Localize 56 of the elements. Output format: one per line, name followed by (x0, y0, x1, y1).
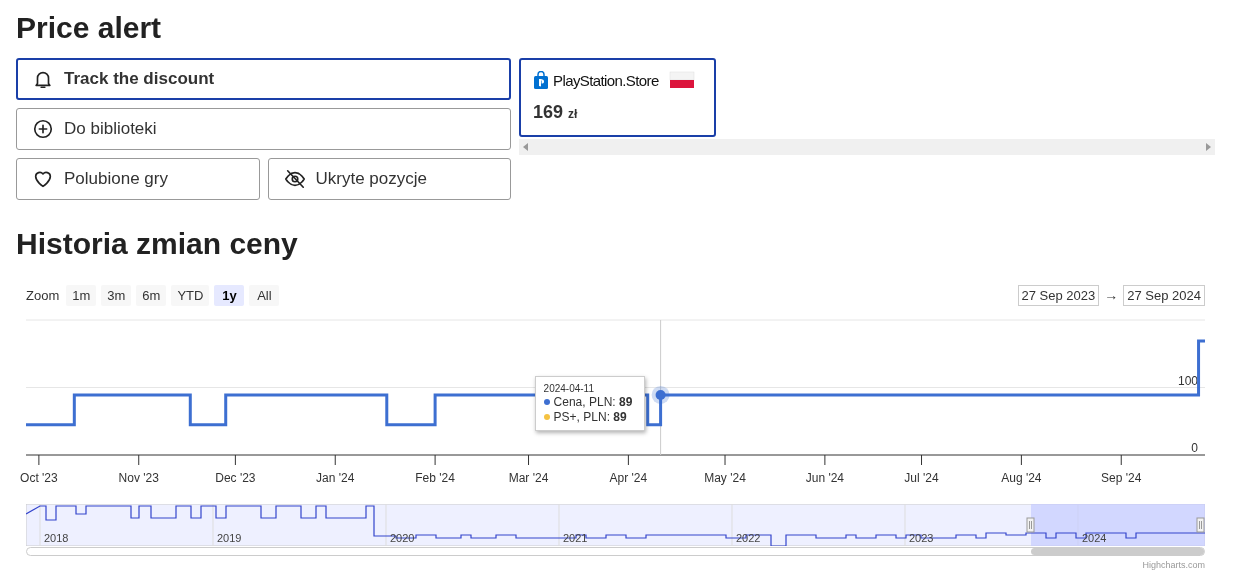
store-price-card[interactable]: PlayStation.Store 169 zł (519, 58, 716, 137)
scrollbar-thumb[interactable] (1031, 548, 1204, 555)
start-date-field[interactable]: 27 Sep 2023 (1017, 284, 1100, 306)
x-axis-label: Aug '24 (1001, 471, 1042, 485)
zoom-range-button[interactable]: 1y (214, 284, 245, 306)
y-axis-label: 0 (1191, 441, 1198, 455)
zoom-range-button[interactable]: 6m (136, 284, 167, 306)
range-handle-icon[interactable] (1026, 517, 1035, 533)
navigator[interactable]: 2018 2019 2020 2021 2022 2023 2024 (26, 504, 1205, 546)
navigator-year-label: 2021 (563, 532, 588, 544)
x-axis-label: Nov '23 (118, 471, 159, 485)
zoom-label: Zoom (26, 287, 60, 303)
navigator-year-label: 2023 (909, 532, 934, 544)
scroll-left-icon[interactable] (523, 143, 528, 151)
x-axis-label: Mar '24 (508, 471, 549, 485)
x-axis-label: Oct '23 (20, 471, 58, 485)
x-axis-label: Dec '23 (215, 471, 256, 485)
shopping-bag-icon (533, 71, 549, 89)
zoom-range-button[interactable]: YTD (171, 284, 210, 306)
zoom-range-button[interactable]: 3m (101, 284, 132, 306)
x-axis-label: Jan '24 (316, 471, 355, 485)
section-title: Historia zmian ceny (16, 226, 299, 262)
action-button[interactable]: Ukryte pozycje (267, 158, 511, 200)
x-axis-label: Jun '24 (805, 471, 845, 485)
range-handle-icon[interactable] (1196, 517, 1205, 533)
range-arrow: → (1104, 287, 1119, 303)
x-axis-label: Apr '24 (609, 471, 648, 485)
plus-circle-icon (32, 118, 54, 140)
zoom-range-button[interactable]: All (249, 284, 280, 306)
currency: zł (568, 107, 578, 121)
tooltip-value: Cena, PLN: 89 (553, 394, 633, 409)
navigator-year-label: 2020 (390, 532, 415, 544)
flag-icon (668, 70, 695, 90)
zoom-range-button[interactable]: 1m (66, 284, 97, 306)
x-axis-label: Jul '24 (904, 471, 939, 485)
tooltip-date: 2024-04-11 (543, 382, 595, 394)
end-date-field[interactable]: 27 Sep 2024 (1123, 284, 1205, 306)
x-axis-label: Sep '24 (1101, 471, 1142, 485)
hover-point (651, 385, 670, 404)
navigator-year-label: 2022 (736, 532, 761, 544)
price: 169 (533, 102, 564, 123)
navigator-year-label: 2024 (1082, 532, 1107, 544)
store-name: PlayStation.Store (553, 71, 659, 89)
eye-slash-icon (283, 168, 306, 190)
navigator-selection[interactable] (1031, 504, 1205, 546)
scroll-right-icon[interactable] (1206, 143, 1211, 151)
action-button[interactable]: Polubione gry (16, 158, 260, 200)
action-button[interactable]: Do biblioteki (16, 108, 511, 150)
x-axis-label: Feb '24 (415, 471, 455, 485)
x-axis-label: May '24 (704, 471, 746, 485)
action-button[interactable]: Track the discount (16, 58, 511, 100)
scrollbar[interactable] (519, 139, 1215, 155)
tooltip-value: PS+, PLN: 89 (553, 409, 627, 424)
page-title: Price alert (16, 10, 163, 46)
navigator-year-label: 2019 (217, 532, 242, 544)
navigator-year-label: 2018 (44, 532, 69, 544)
